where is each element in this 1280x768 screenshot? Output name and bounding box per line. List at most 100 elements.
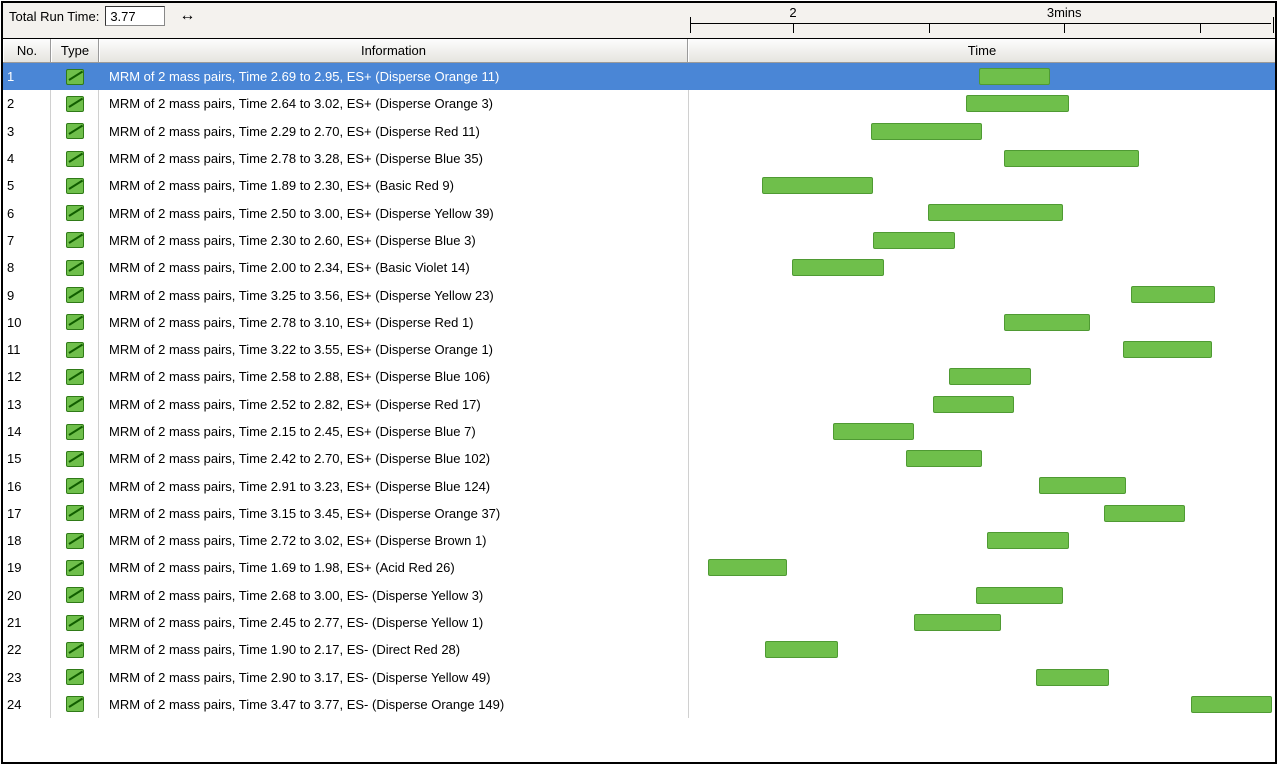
cell-type[interactable] bbox=[51, 527, 99, 554]
edit-icon[interactable] bbox=[66, 342, 84, 358]
table-row[interactable]: 1MRM of 2 mass pairs, Time 2.69 to 2.95,… bbox=[3, 63, 1275, 90]
time-range-bar[interactable] bbox=[1131, 286, 1215, 303]
table-row[interactable]: 16MRM of 2 mass pairs, Time 2.91 to 3.23… bbox=[3, 472, 1275, 499]
col-header-type[interactable]: Type bbox=[51, 39, 99, 62]
time-range-bar[interactable] bbox=[792, 259, 884, 276]
table-row[interactable]: 18MRM of 2 mass pairs, Time 2.72 to 3.02… bbox=[3, 527, 1275, 554]
edit-icon[interactable] bbox=[66, 151, 84, 167]
table-row[interactable]: 10MRM of 2 mass pairs, Time 2.78 to 3.10… bbox=[3, 309, 1275, 336]
table-row[interactable]: 9MRM of 2 mass pairs, Time 3.25 to 3.56,… bbox=[3, 281, 1275, 308]
edit-icon[interactable] bbox=[66, 123, 84, 139]
edit-icon[interactable] bbox=[66, 478, 84, 494]
edit-icon[interactable] bbox=[66, 560, 84, 576]
table-row[interactable]: 3MRM of 2 mass pairs, Time 2.29 to 2.70,… bbox=[3, 118, 1275, 145]
table-row[interactable]: 12MRM of 2 mass pairs, Time 2.58 to 2.88… bbox=[3, 363, 1275, 390]
table-row[interactable]: 21MRM of 2 mass pairs, Time 2.45 to 2.77… bbox=[3, 609, 1275, 636]
time-range-bar[interactable] bbox=[762, 177, 873, 194]
edit-icon[interactable] bbox=[66, 369, 84, 385]
cell-type[interactable] bbox=[51, 418, 99, 445]
time-range-bar[interactable] bbox=[1123, 341, 1212, 358]
cell-type[interactable] bbox=[51, 582, 99, 609]
table-row[interactable]: 4MRM of 2 mass pairs, Time 2.78 to 3.28,… bbox=[3, 145, 1275, 172]
time-range-bar[interactable] bbox=[949, 368, 1030, 385]
time-range-bar[interactable] bbox=[833, 423, 914, 440]
edit-icon[interactable] bbox=[66, 314, 84, 330]
cell-type[interactable] bbox=[51, 145, 99, 172]
cell-type[interactable] bbox=[51, 691, 99, 718]
cell-type[interactable] bbox=[51, 63, 99, 90]
table-row[interactable]: 19MRM of 2 mass pairs, Time 1.69 to 1.98… bbox=[3, 554, 1275, 581]
time-range-bar[interactable] bbox=[1004, 150, 1140, 167]
table-row[interactable]: 2MRM of 2 mass pairs, Time 2.64 to 3.02,… bbox=[3, 90, 1275, 117]
time-range-bar[interactable] bbox=[1191, 696, 1272, 713]
edit-icon[interactable] bbox=[66, 615, 84, 631]
table-row[interactable]: 20MRM of 2 mass pairs, Time 2.68 to 3.00… bbox=[3, 582, 1275, 609]
cell-type[interactable] bbox=[51, 472, 99, 499]
table-row[interactable]: 6MRM of 2 mass pairs, Time 2.50 to 3.00,… bbox=[3, 199, 1275, 226]
time-range-bar[interactable] bbox=[1039, 477, 1126, 494]
edit-icon[interactable] bbox=[66, 396, 84, 412]
cell-type[interactable] bbox=[51, 391, 99, 418]
edit-icon[interactable] bbox=[66, 287, 84, 303]
table-row[interactable]: 8MRM of 2 mass pairs, Time 2.00 to 2.34,… bbox=[3, 254, 1275, 281]
edit-icon[interactable] bbox=[66, 205, 84, 221]
edit-icon[interactable] bbox=[66, 96, 84, 112]
cell-type[interactable] bbox=[51, 554, 99, 581]
table-row[interactable]: 22MRM of 2 mass pairs, Time 1.90 to 2.17… bbox=[3, 636, 1275, 663]
run-time-input[interactable] bbox=[105, 6, 165, 26]
time-range-bar[interactable] bbox=[933, 396, 1014, 413]
table-row[interactable]: 24MRM of 2 mass pairs, Time 3.47 to 3.77… bbox=[3, 691, 1275, 718]
col-header-info[interactable]: Information bbox=[99, 39, 688, 62]
cell-type[interactable] bbox=[51, 636, 99, 663]
horizontal-resize-icon[interactable]: ↔ bbox=[171, 7, 195, 25]
table-row[interactable]: 23MRM of 2 mass pairs, Time 2.90 to 3.17… bbox=[3, 664, 1275, 691]
cell-type[interactable] bbox=[51, 227, 99, 254]
edit-icon[interactable] bbox=[66, 178, 84, 194]
cell-type[interactable] bbox=[51, 281, 99, 308]
edit-icon[interactable] bbox=[66, 424, 84, 440]
edit-icon[interactable] bbox=[66, 505, 84, 521]
cell-type[interactable] bbox=[51, 336, 99, 363]
time-range-bar[interactable] bbox=[871, 123, 982, 140]
time-range-bar[interactable] bbox=[708, 559, 787, 576]
edit-icon[interactable] bbox=[66, 69, 84, 85]
table-row[interactable]: 17MRM of 2 mass pairs, Time 3.15 to 3.45… bbox=[3, 500, 1275, 527]
time-range-bar[interactable] bbox=[987, 532, 1068, 549]
cell-type[interactable] bbox=[51, 118, 99, 145]
time-range-bar[interactable] bbox=[914, 614, 1001, 631]
table-row[interactable]: 7MRM of 2 mass pairs, Time 2.30 to 2.60,… bbox=[3, 227, 1275, 254]
time-range-bar[interactable] bbox=[1104, 505, 1185, 522]
cell-type[interactable] bbox=[51, 500, 99, 527]
cell-type[interactable] bbox=[51, 172, 99, 199]
edit-icon[interactable] bbox=[66, 451, 84, 467]
edit-icon[interactable] bbox=[66, 232, 84, 248]
col-header-time[interactable]: Time bbox=[688, 39, 1275, 62]
edit-icon[interactable] bbox=[66, 669, 84, 685]
table-row[interactable]: 11MRM of 2 mass pairs, Time 3.22 to 3.55… bbox=[3, 336, 1275, 363]
edit-icon[interactable] bbox=[66, 696, 84, 712]
table-row[interactable]: 14MRM of 2 mass pairs, Time 2.15 to 2.45… bbox=[3, 418, 1275, 445]
cell-type[interactable] bbox=[51, 309, 99, 336]
cell-type[interactable] bbox=[51, 445, 99, 472]
edit-icon[interactable] bbox=[66, 587, 84, 603]
time-range-bar[interactable] bbox=[765, 641, 838, 658]
edit-icon[interactable] bbox=[66, 533, 84, 549]
cell-type[interactable] bbox=[51, 254, 99, 281]
table-row[interactable]: 15MRM of 2 mass pairs, Time 2.42 to 2.70… bbox=[3, 445, 1275, 472]
edit-icon[interactable] bbox=[66, 260, 84, 276]
time-range-bar[interactable] bbox=[1036, 669, 1109, 686]
edit-icon[interactable] bbox=[66, 642, 84, 658]
col-header-no[interactable]: No. bbox=[3, 39, 51, 62]
cell-type[interactable] bbox=[51, 363, 99, 390]
cell-type[interactable] bbox=[51, 199, 99, 226]
time-range-bar[interactable] bbox=[906, 450, 982, 467]
time-range-bar[interactable] bbox=[928, 204, 1064, 221]
time-range-bar[interactable] bbox=[873, 232, 954, 249]
cell-type[interactable] bbox=[51, 609, 99, 636]
table-row[interactable]: 13MRM of 2 mass pairs, Time 2.52 to 2.82… bbox=[3, 391, 1275, 418]
cell-type[interactable] bbox=[51, 664, 99, 691]
table-row[interactable]: 5MRM of 2 mass pairs, Time 1.89 to 2.30,… bbox=[3, 172, 1275, 199]
time-range-bar[interactable] bbox=[979, 68, 1050, 85]
time-range-bar[interactable] bbox=[1004, 314, 1091, 331]
time-range-bar[interactable] bbox=[966, 95, 1069, 112]
